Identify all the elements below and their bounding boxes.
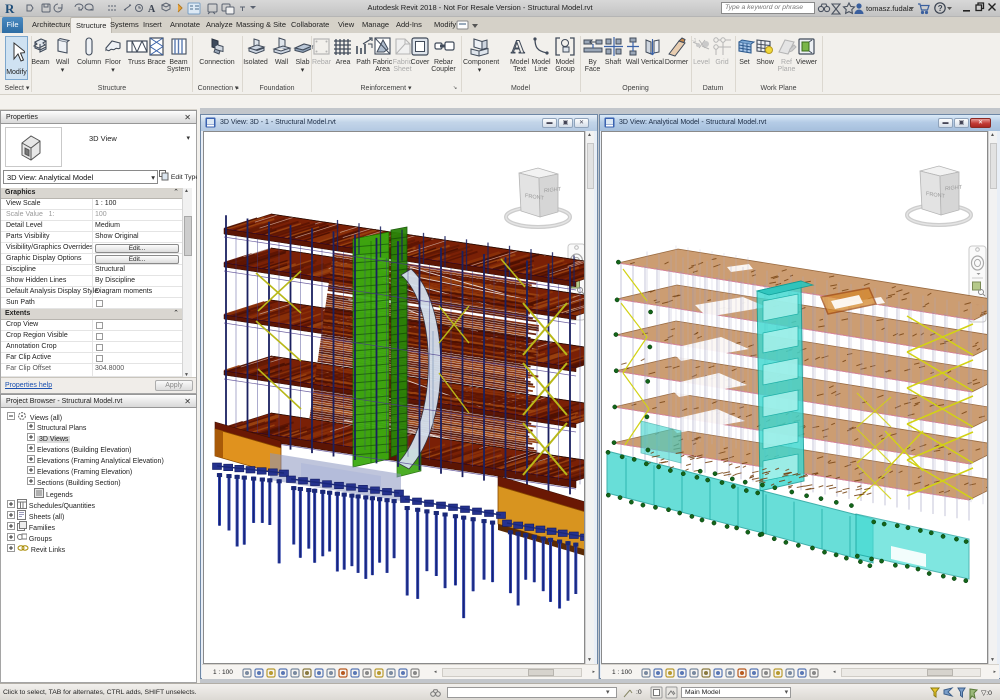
svg-text:?: ?: [938, 4, 943, 13]
svg-text:-1: -1: [692, 38, 697, 44]
svg-text:A: A: [148, 4, 156, 15]
svg-text:RIGHT: RIGHT: [945, 185, 963, 193]
svg-text:tomasz.fudala: tomasz.fudala: [866, 4, 914, 13]
svg-text:RIGHT: RIGHT: [544, 187, 562, 195]
svg-text:A: A: [511, 37, 525, 58]
svg-text:R: R: [5, 1, 15, 16]
